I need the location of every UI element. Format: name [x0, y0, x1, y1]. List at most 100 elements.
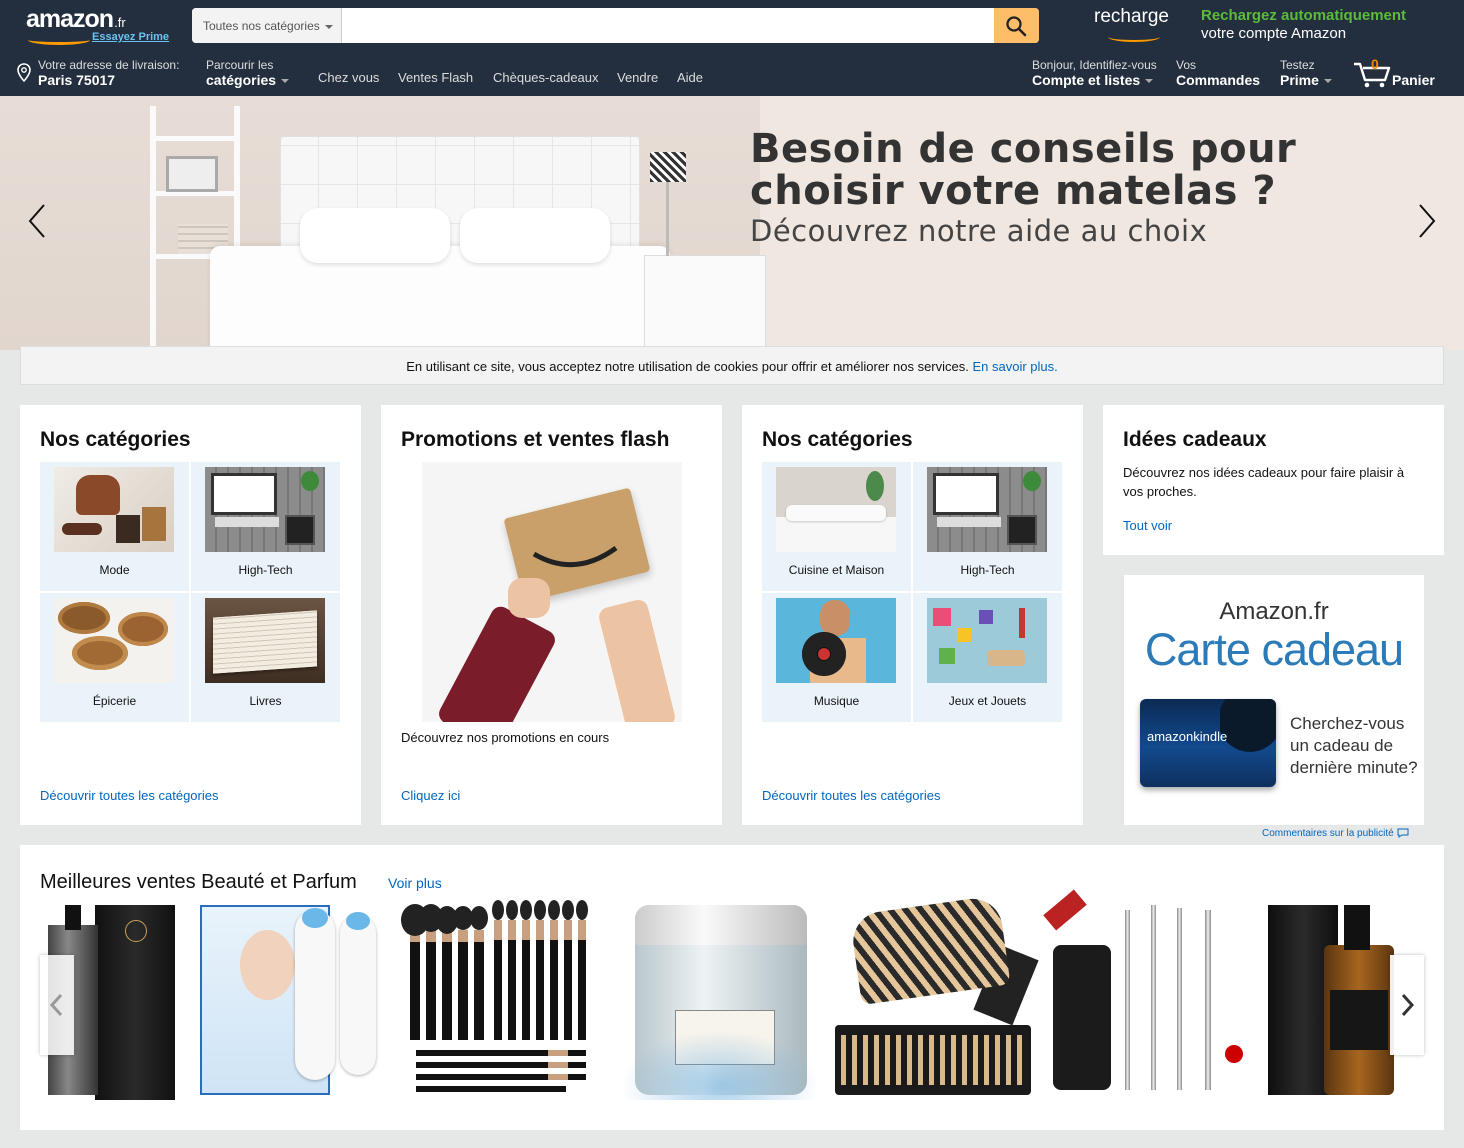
category-tile-jeux-jouets[interactable]: Jeux et Jouets — [913, 593, 1062, 722]
category-image — [927, 598, 1047, 683]
nav-link-vendre[interactable]: Vendre — [617, 70, 658, 85]
ad-question: Cherchez-vous un cadeau de dernière minu… — [1290, 714, 1418, 777]
search-icon — [1006, 16, 1027, 37]
hero-title-line1: Besoin de conseils pour — [750, 126, 1297, 172]
search-category-label: Toutes nos catégories — [203, 19, 320, 33]
delivery-address[interactable]: Votre adresse de livraison: Paris 75017 — [38, 58, 180, 89]
brushes-image — [401, 900, 588, 1092]
promotion-caption: Découvrez nos promotions en cours — [401, 730, 610, 745]
category-label: Cuisine et Maison — [788, 563, 885, 577]
amazon-logo[interactable]: amazon.fr Essayez Prime — [26, 5, 169, 45]
recharge-promo[interactable]: Rechargez automatiquement votre compte A… — [1201, 7, 1406, 43]
category-label: Musique — [813, 694, 860, 708]
carousel-prev-button[interactable] — [40, 955, 74, 1055]
product-blackhead-remover[interactable] — [200, 900, 390, 1100]
cookie-notice: En utilisant ce site, vous acceptez notr… — [20, 346, 1444, 385]
caret-down-icon — [281, 79, 290, 84]
card-promotions: Promotions et ventes flash Découvrez nos… — [381, 405, 722, 825]
search-input[interactable] — [343, 8, 993, 43]
category-label: High-Tech — [960, 563, 1015, 577]
location-pin-icon — [17, 63, 31, 83]
card-title: Idées cadeaux — [1123, 428, 1267, 451]
hero-title: Besoin de conseils pour choisir votre ma… — [750, 128, 1296, 212]
category-image — [776, 467, 896, 552]
gift-card-ad[interactable]: Amazon.fr Carte cadeau amazonkindle Cher… — [1124, 575, 1424, 825]
browse-categories[interactable]: Parcourir les catégories — [206, 58, 290, 88]
product-retinol-moisturizer[interactable] — [620, 900, 820, 1100]
cart-button[interactable]: Panier — [1352, 58, 1442, 90]
search-category-select[interactable]: Toutes nos catégories — [192, 8, 342, 43]
caret-down-icon — [1145, 79, 1154, 84]
amazon-smile-icon — [532, 545, 618, 568]
chevron-right-icon — [1401, 993, 1415, 1017]
nav-link-aide[interactable]: Aide — [677, 70, 703, 85]
category-image — [776, 598, 896, 683]
orders-value: Commandes — [1176, 72, 1261, 88]
category-label: High-Tech — [238, 563, 293, 577]
cart-count-badge: 0 — [1371, 56, 1379, 72]
category-image — [54, 467, 174, 552]
category-tile-cuisine-maison[interactable]: Cuisine et Maison — [762, 462, 911, 591]
try-prime-link[interactable]: Essayez Prime — [92, 31, 169, 43]
card-categories: Nos catégories Mode High-Tech Épicerie L… — [20, 405, 361, 825]
cookie-learn-more-link[interactable]: En savoir plus. — [973, 359, 1058, 374]
category-tile-epicerie[interactable]: Épicerie — [40, 593, 189, 722]
feedback-icon — [1397, 828, 1408, 839]
hero-frame — [166, 156, 218, 192]
hero-banner[interactable]: Besoin de conseils pour choisir votre ma… — [0, 96, 1464, 350]
product-brush-set-with-case[interactable] — [835, 894, 1039, 1100]
account-lists[interactable]: Bonjour, Identifiez-vous Compte et liste… — [1032, 58, 1157, 89]
category-image — [54, 598, 174, 683]
product-blackhead-extractor-kit[interactable] — [1043, 889, 1245, 1100]
see-all-link[interactable]: Tout voir — [1123, 518, 1172, 533]
hero-bed — [210, 246, 670, 350]
carousel-next-button[interactable] — [1390, 955, 1424, 1055]
all-categories-link[interactable]: Découvrir toutes les catégories — [40, 788, 218, 803]
orders-label: Vos — [1176, 58, 1197, 72]
promotion-image[interactable] — [422, 462, 682, 722]
search-button[interactable] — [994, 8, 1039, 43]
promotions-link[interactable]: Cliquez ici — [401, 788, 460, 803]
hero-shelf-post — [150, 106, 156, 350]
browse-label: Parcourir les — [206, 58, 274, 72]
delivery-label: Votre adresse de livraison: — [38, 58, 180, 72]
prime-label: Testez — [1280, 58, 1315, 72]
category-image — [927, 467, 1047, 552]
category-tile-high-tech[interactable]: High-Tech — [191, 462, 340, 591]
chevron-left-icon — [49, 993, 63, 1017]
see-more-link[interactable]: Voir plus — [388, 875, 442, 891]
kindle-gift-card-image: amazonkindle — [1140, 699, 1276, 787]
category-tile-high-tech[interactable]: High-Tech — [913, 462, 1062, 591]
product-makeup-brush-set[interactable] — [398, 900, 608, 1100]
category-tile-musique[interactable]: Musique — [762, 593, 911, 722]
category-label: Épicerie — [92, 694, 137, 708]
card-title: Promotions et ventes flash — [401, 428, 670, 451]
ad-feedback-link[interactable]: Commentaires sur la publicité — [1262, 828, 1409, 839]
gift-ideas-text: Découvrez nos idées cadeaux pour faire p… — [1123, 465, 1405, 499]
prime-menu[interactable]: Testez Prime — [1280, 59, 1332, 88]
hero-prev-arrow-icon[interactable] — [22, 201, 52, 241]
caret-down-icon — [1323, 79, 1332, 84]
ad-card-brand: amazon — [1147, 729, 1194, 744]
hero-pillow — [300, 208, 450, 263]
cart-label: Panier — [1392, 72, 1435, 88]
nav-link-cheques-cadeaux[interactable]: Chèques-cadeaux — [493, 70, 599, 85]
nav-link-chez-vous[interactable]: Chez vous — [318, 70, 379, 85]
recharge-logo[interactable]: recharge — [1094, 6, 1169, 42]
product-beard-oil[interactable] — [1268, 900, 1394, 1100]
caret-down-icon — [324, 24, 333, 29]
orders[interactable]: Vos Commandes — [1176, 58, 1261, 89]
nav-link-ventes-flash[interactable]: Ventes Flash — [398, 70, 473, 85]
delivery-value: Paris 75017 — [38, 72, 116, 88]
category-tile-mode[interactable]: Mode — [40, 462, 189, 591]
category-tile-livres[interactable]: Livres — [191, 593, 340, 722]
hero-shelf — [150, 136, 240, 141]
browse-value: catégories — [206, 72, 277, 88]
card-categories-2: Nos catégories Cuisine et Maison High-Te… — [742, 405, 1083, 825]
hero-title-line2: choisir votre matelas ? — [750, 168, 1277, 214]
all-categories-link[interactable]: Découvrir toutes les catégories — [762, 788, 940, 803]
account-label: Bonjour, Identifiez-vous — [1032, 58, 1157, 72]
recharge-arrow-icon — [1108, 32, 1160, 42]
hero-next-arrow-icon[interactable] — [1412, 201, 1442, 241]
card-title: Nos catégories — [762, 428, 913, 451]
